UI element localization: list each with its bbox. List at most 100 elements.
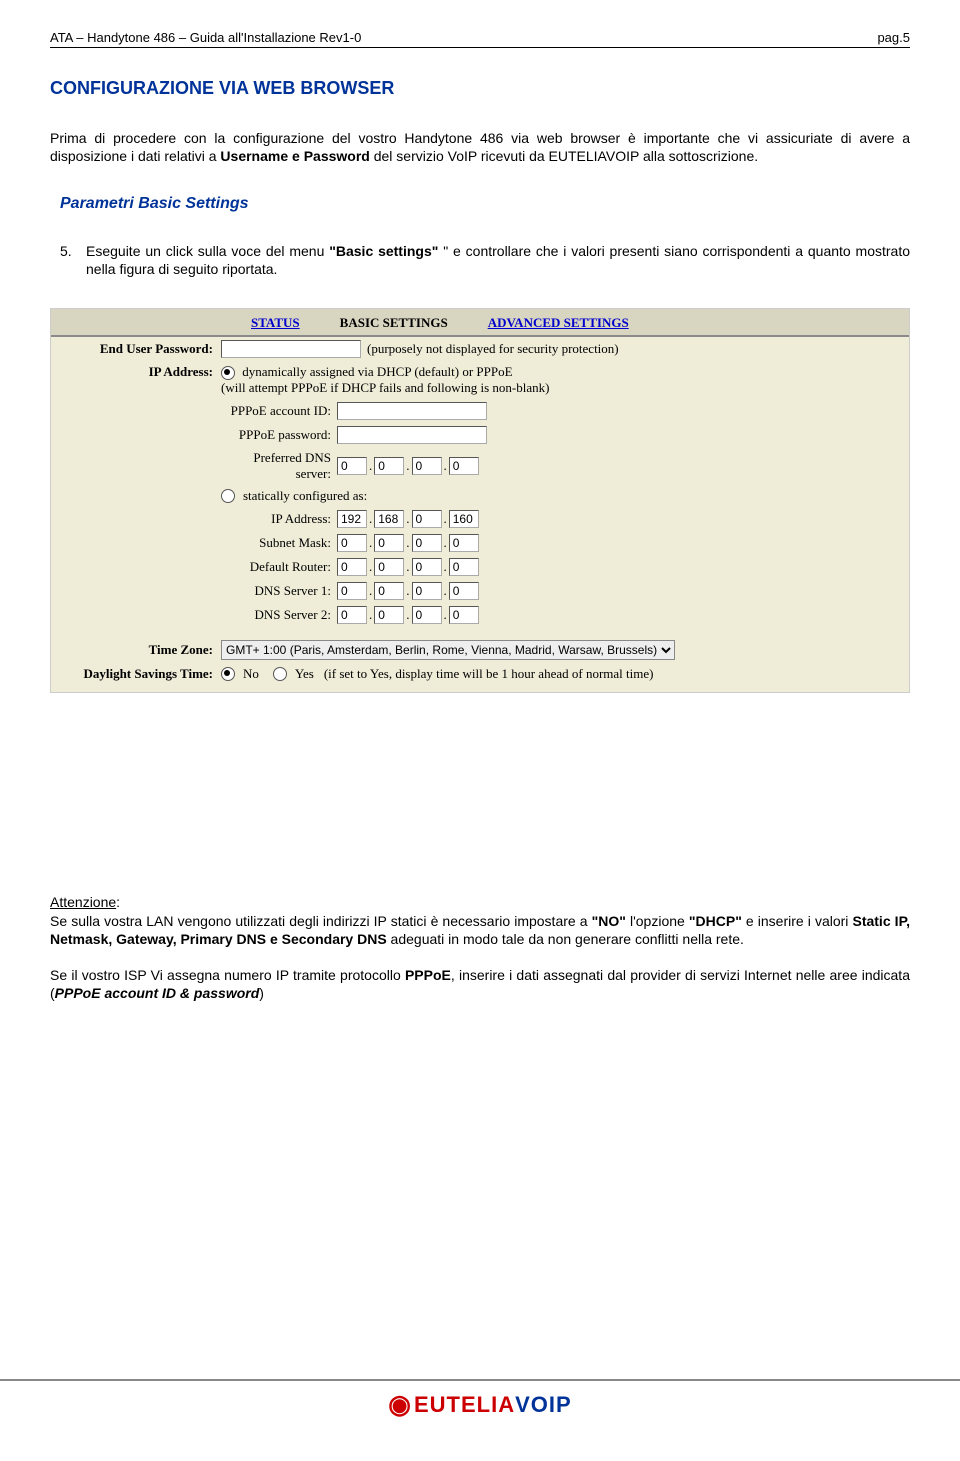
logo-voip: VOIP bbox=[515, 1392, 572, 1418]
static-ip-label: IP Address: bbox=[221, 511, 337, 527]
pppoe-pw-input[interactable] bbox=[337, 426, 487, 444]
tab-bar: STATUS BASIC SETTINGS ADVANCED SETTINGS bbox=[51, 309, 909, 337]
gw-2[interactable] bbox=[412, 558, 442, 576]
row-password: End User Password: (purposely not displa… bbox=[51, 337, 909, 361]
gw-0[interactable] bbox=[337, 558, 367, 576]
page-header: ATA – Handytone 486 – Guida all'Installa… bbox=[50, 30, 910, 48]
logo: ◉ EUTELIAVOIP bbox=[388, 1389, 571, 1420]
dns1-1[interactable] bbox=[374, 582, 404, 600]
attn2-ppp: PPPoE bbox=[405, 967, 451, 983]
intro-post: del servizio VoIP ricevuti da EUTELIAVOI… bbox=[370, 148, 758, 164]
row-dns2: DNS Server 2: . . . bbox=[51, 603, 909, 627]
attn2-fields: PPPoE account ID & password bbox=[55, 985, 260, 1001]
password-input[interactable] bbox=[221, 340, 361, 358]
attn2a: Se il vostro ISP Vi assegna numero IP tr… bbox=[50, 967, 405, 983]
step-text: Eseguite un click sulla voce del menu "B… bbox=[86, 243, 910, 278]
attn1a: Se sulla vostra LAN vengono utilizzati d… bbox=[50, 913, 592, 929]
mask-label: Subnet Mask: bbox=[221, 535, 337, 551]
radio-dhcp[interactable] bbox=[221, 366, 235, 380]
dhcp-note: (will attempt PPPoE if DHCP fails and fo… bbox=[221, 380, 549, 396]
mask-3[interactable] bbox=[449, 534, 479, 552]
dns2-label: DNS Server 2: bbox=[221, 607, 337, 623]
row-static-ip: IP Address: . . . bbox=[51, 507, 909, 531]
dst-hint: (if set to Yes, display time will be 1 h… bbox=[324, 666, 654, 682]
row-ip: IP Address: dynamically assigned via DHC… bbox=[51, 361, 909, 399]
ip-0[interactable] bbox=[337, 510, 367, 528]
header-right: pag.5 bbox=[877, 30, 910, 45]
section-title: CONFIGURAZIONE VIA WEB BROWSER bbox=[50, 78, 910, 99]
footer: ◉ EUTELIAVOIP bbox=[0, 1379, 960, 1420]
pppoe-id-label: PPPoE account ID: bbox=[221, 403, 337, 419]
gw-1[interactable] bbox=[374, 558, 404, 576]
dns1-2[interactable] bbox=[412, 582, 442, 600]
subsection-title: Parametri Basic Settings bbox=[60, 195, 910, 213]
gw-3[interactable] bbox=[449, 558, 479, 576]
ip-1[interactable] bbox=[374, 510, 404, 528]
tab-status[interactable]: STATUS bbox=[251, 315, 300, 331]
row-static-radio: statically configured as: bbox=[51, 485, 909, 507]
dns2-0[interactable] bbox=[337, 606, 367, 624]
dns1-label: DNS Server 1: bbox=[221, 583, 337, 599]
header-left: ATA – Handytone 486 – Guida all'Installa… bbox=[50, 30, 361, 45]
tab-advanced-settings[interactable]: ADVANCED SETTINGS bbox=[488, 315, 629, 331]
dst-yes: Yes bbox=[295, 666, 314, 682]
dst-no: No bbox=[243, 666, 259, 682]
pref-dns-3[interactable] bbox=[449, 457, 479, 475]
mask-1[interactable] bbox=[374, 534, 404, 552]
ip-2[interactable] bbox=[412, 510, 442, 528]
pppoe-pw-label: PPPoE password: bbox=[221, 427, 337, 443]
dns1-0[interactable] bbox=[337, 582, 367, 600]
radio-dst-no[interactable] bbox=[221, 667, 235, 681]
row-pppoe-pw: PPPoE password: bbox=[51, 423, 909, 447]
pref-dns-1[interactable] bbox=[374, 457, 404, 475]
password-label: End User Password: bbox=[63, 341, 221, 357]
pppoe-id-input[interactable] bbox=[337, 402, 487, 420]
row-gateway: Default Router: . . . bbox=[51, 555, 909, 579]
attention-block: Attenzione: Se sulla vostra LAN vengono … bbox=[50, 893, 910, 1002]
page: ATA – Handytone 486 – Guida all'Installa… bbox=[0, 0, 960, 1430]
dns2-3[interactable] bbox=[449, 606, 479, 624]
step-number: 5. bbox=[60, 243, 86, 278]
row-dns1: DNS Server 1: . . . bbox=[51, 579, 909, 603]
dhcp-text: dynamically assigned via DHCP (default) … bbox=[242, 364, 512, 379]
ip-label: IP Address: bbox=[63, 364, 221, 380]
pref-dns-2[interactable] bbox=[412, 457, 442, 475]
tz-label: Time Zone: bbox=[63, 642, 221, 658]
settings-screenshot: STATUS BASIC SETTINGS ADVANCED SETTINGS … bbox=[50, 308, 910, 693]
pref-dns-0[interactable] bbox=[337, 457, 367, 475]
radio-static[interactable] bbox=[221, 489, 235, 503]
ip-3[interactable] bbox=[449, 510, 479, 528]
attn2c: ) bbox=[259, 985, 264, 1001]
row-dst: Daylight Savings Time: No Yes (if set to… bbox=[51, 663, 909, 692]
password-hint: (purposely not displayed for security pr… bbox=[367, 341, 619, 357]
row-pppoe-id: PPPoE account ID: bbox=[51, 399, 909, 423]
intro-paragraph: Prima di procedere con la configurazione… bbox=[50, 129, 910, 165]
dns2-1[interactable] bbox=[374, 606, 404, 624]
attn1b: l'opzione bbox=[626, 913, 689, 929]
attn1-no: "NO" bbox=[592, 913, 626, 929]
pref-dns-label: Preferred DNS server: bbox=[221, 450, 337, 482]
row-timezone: Time Zone: GMT+ 1:00 (Paris, Amsterdam, … bbox=[51, 637, 909, 663]
row-mask: Subnet Mask: . . . bbox=[51, 531, 909, 555]
mask-2[interactable] bbox=[412, 534, 442, 552]
logo-icon: ◉ bbox=[388, 1389, 412, 1420]
attn-label: Attenzione bbox=[50, 894, 116, 910]
step5b: "Basic settings" bbox=[329, 243, 438, 259]
tz-select[interactable]: GMT+ 1:00 (Paris, Amsterdam, Berlin, Rom… bbox=[221, 640, 675, 660]
dns2-2[interactable] bbox=[412, 606, 442, 624]
pref-dns-group: . . . bbox=[337, 457, 479, 475]
dns1-3[interactable] bbox=[449, 582, 479, 600]
radio-dst-yes[interactable] bbox=[273, 667, 287, 681]
step5a: Eseguite un click sulla voce del menu bbox=[86, 243, 329, 259]
mask-0[interactable] bbox=[337, 534, 367, 552]
tab-basic-settings[interactable]: BASIC SETTINGS bbox=[340, 315, 448, 331]
step-5: 5. Eseguite un click sulla voce del menu… bbox=[60, 243, 910, 278]
attn1d: adeguati in modo tale da non generare co… bbox=[387, 931, 744, 947]
intro-bold: Username e Password bbox=[220, 148, 369, 164]
attn1-dhcp: "DHCP" bbox=[689, 913, 742, 929]
dst-label: Daylight Savings Time: bbox=[63, 666, 221, 682]
logo-eutelia: EUTELIA bbox=[414, 1392, 515, 1418]
row-pref-dns: Preferred DNS server: . . . bbox=[51, 447, 909, 485]
attn1c: e inserire i valori bbox=[742, 913, 853, 929]
static-text: statically configured as: bbox=[243, 488, 367, 504]
